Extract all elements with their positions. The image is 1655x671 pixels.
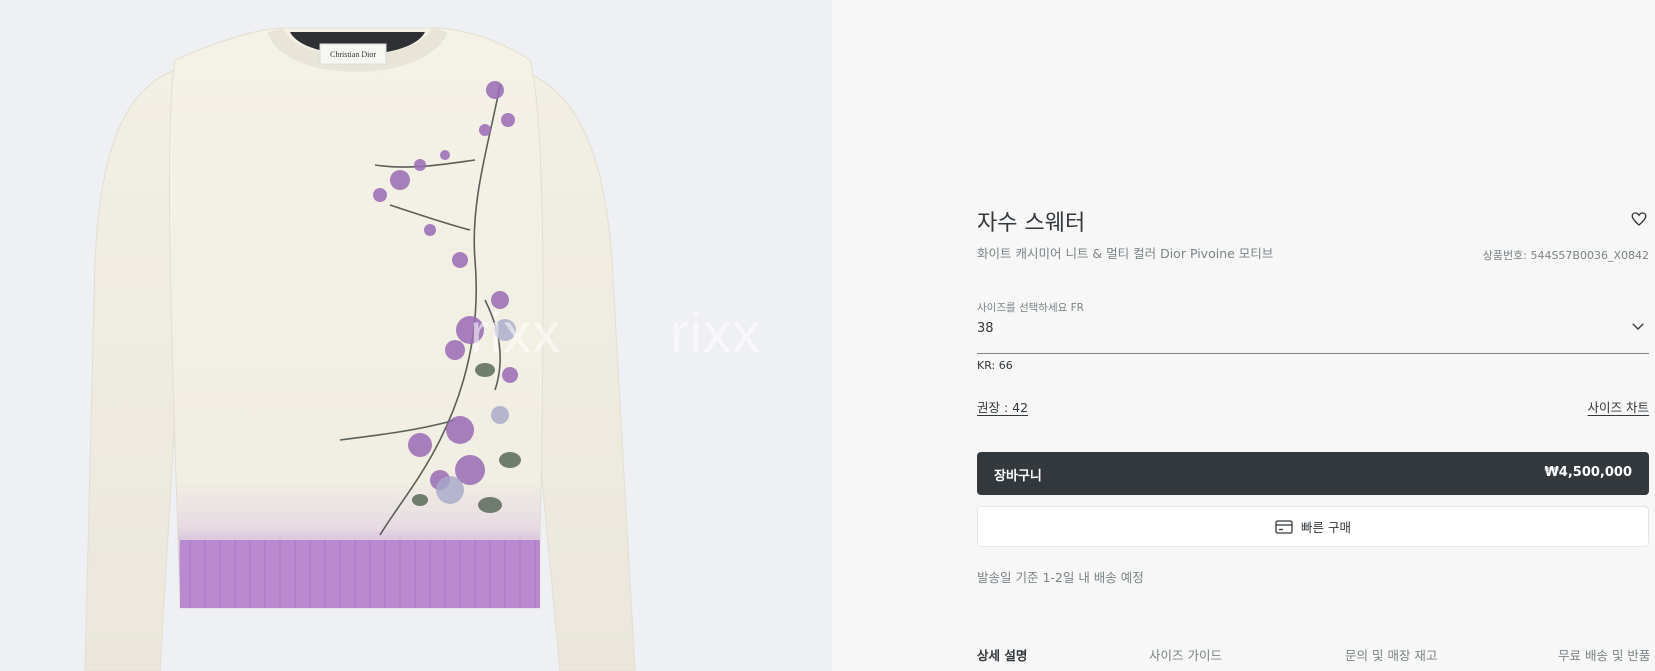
tab-shipping-returns[interactable]: 무료 배송 및 반품 [1558, 645, 1650, 664]
price: ₩4,500,000 [1544, 465, 1632, 480]
brand-label-text: Christian Dior [330, 50, 376, 59]
chevron-down-icon [1632, 323, 1644, 330]
quick-buy-button[interactable]: 빠른 구매 [977, 506, 1649, 547]
heart-icon[interactable] [1630, 210, 1648, 228]
product-subtitle: 화이트 캐시미어 니트 & 멀티 컬러 Dior Pivoine 모티브 [977, 246, 1274, 261]
size-select[interactable]: 38 [977, 315, 1649, 354]
tab-size-guide[interactable]: 사이즈 가이드 [1149, 645, 1222, 664]
size-chart-link[interactable]: 사이즈 차트 [1588, 397, 1649, 416]
size-conversion: KR: 66 [977, 359, 1013, 372]
add-to-cart-button[interactable]: 장바구니 ₩4,500,000 [977, 452, 1649, 495]
product-reference: 상품번호: 544S57B0036_X0842 [1482, 249, 1649, 262]
tab-description[interactable]: 상세 설명 [977, 645, 1027, 664]
credit-card-icon [1275, 519, 1293, 534]
size-value: 38 [977, 321, 994, 336]
shipping-info: 발송일 기준 1-2일 내 배송 예정 [977, 570, 1144, 585]
tab-inquiry-stock[interactable]: 문의 및 매장 재고 [1345, 645, 1437, 664]
add-to-cart-label: 장바구니 [994, 469, 1042, 484]
size-select-label: 사이즈를 선택하세요 FR [977, 302, 1084, 314]
recommended-size: 권장 : 42 [977, 400, 1029, 415]
product-title: 자수 스웨터 [977, 211, 1086, 236]
quick-buy-label: 빠른 구매 [1301, 520, 1351, 535]
sweater-illustration: Christian Dior [84, 25, 636, 671]
product-image: Christian Dior [0, 0, 832, 671]
